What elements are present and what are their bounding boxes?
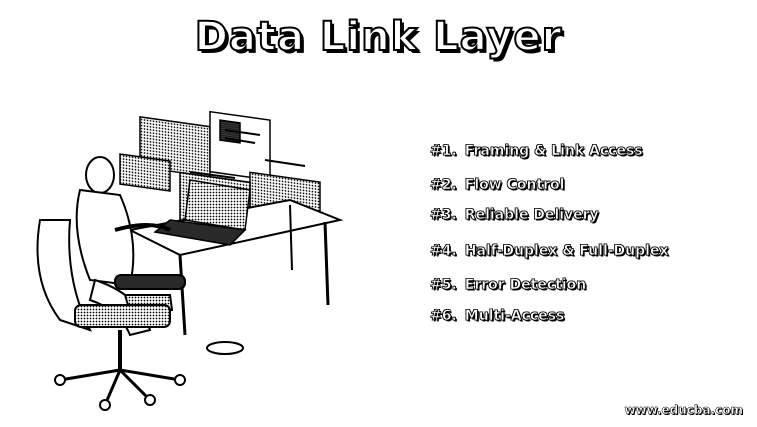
- person-at-laptop-icon: [36, 110, 344, 411]
- slippers: [206, 341, 244, 355]
- topic-label: Multi-Access: [464, 308, 565, 325]
- topic-label: Error Detection: [464, 277, 587, 294]
- topic-number: #5.: [430, 277, 457, 294]
- topic-number: #2.: [430, 177, 457, 194]
- topic-number: #3.: [430, 207, 457, 224]
- topic-list: #1. Framing & Link Access #2. Flow Control…: [430, 143, 750, 343]
- topic-item: #6. Multi-Access: [430, 308, 565, 325]
- topic-label: Half-Duplex & Full-Duplex: [464, 243, 669, 260]
- topic-item: #1. Framing & Link Access: [430, 143, 643, 160]
- topic-number: #4.: [430, 243, 457, 260]
- infographic: Data Link Layer #1. Framing & Link Acces…: [0, 0, 757, 427]
- page-title: Data Link Layer: [194, 13, 563, 61]
- topic-item: #3. Reliable Delivery: [430, 207, 599, 224]
- topic-number: #1.: [430, 143, 457, 160]
- topic-label: Reliable Delivery: [464, 207, 599, 224]
- topic-label: Flow Control: [464, 177, 565, 194]
- topic-label: Framing & Link Access: [464, 143, 643, 160]
- watermark-link[interactable]: www.educba.com: [624, 403, 743, 418]
- topic-item: #2. Flow Control: [430, 177, 565, 194]
- topic-number: #6.: [430, 308, 457, 325]
- topic-item: #5. Error Detection: [430, 277, 587, 294]
- topic-item: #4. Half-Duplex & Full-Duplex: [430, 243, 669, 260]
